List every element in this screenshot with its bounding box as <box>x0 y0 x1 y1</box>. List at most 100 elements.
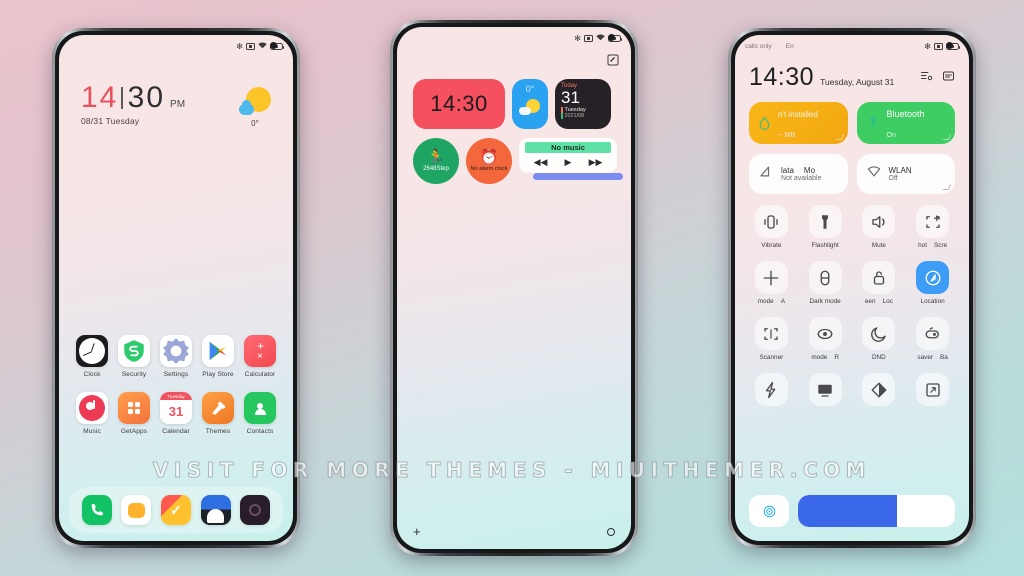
tasks-check-icon[interactable]: ✓ <box>160 495 191 525</box>
wifi-icon <box>258 41 267 51</box>
app-play-store[interactable]: Play Store <box>197 335 239 378</box>
screenshot-stage: ✻ 14 30 PM 08/31 Tuesday 0° Clock Securi… <box>0 0 1024 576</box>
app-themes[interactable]: Themes <box>197 392 239 435</box>
calendar-day: 31 <box>168 404 184 420</box>
clock-minute: 30 <box>127 81 166 114</box>
clock-widget[interactable]: 14:30 <box>413 79 505 129</box>
music-widget[interactable]: No music ◀◀ ▶ ▶▶ <box>519 138 623 180</box>
toggle-label-b: Scre <box>934 242 948 249</box>
notes-icon[interactable] <box>121 495 152 525</box>
home-weather-widget[interactable]: 0° <box>235 87 275 128</box>
app-music[interactable]: Music <box>71 392 113 435</box>
notifications-icon[interactable] <box>942 69 955 87</box>
mobile-data-tile[interactable]: lata Mo Not available <box>749 154 848 194</box>
phone-handset-icon[interactable] <box>81 495 112 525</box>
rotate-screen-icon <box>916 373 950 406</box>
weather-widget[interactable]: 0° <box>512 79 548 129</box>
calendar-weekday: Tuesday <box>160 392 192 400</box>
app-label: Contacts <box>246 428 274 435</box>
data-drop-icon <box>758 115 771 131</box>
app-label: Settings <box>163 371 189 378</box>
steps-value: 2648Step <box>423 166 449 172</box>
phone-2-frame: ✻ 14:30 0° Today 31 Tuesday 2021/08 🏃 26… <box>390 20 638 556</box>
app-calculator[interactable]: + × Calculator <box>239 335 281 378</box>
auto-brightness-icon[interactable] <box>749 495 789 527</box>
toggle-rotate-screen[interactable] <box>910 373 955 410</box>
toggle-label-b: A <box>780 298 785 305</box>
toggle-location[interactable]: Location <box>910 261 955 305</box>
front-camera-hole <box>946 42 953 49</box>
screenshot-icon <box>916 205 950 238</box>
app-settings[interactable]: Settings <box>155 335 197 378</box>
toggle-contrast[interactable] <box>857 373 902 410</box>
edit-pencil-icon[interactable] <box>607 53 619 71</box>
steps-widget[interactable]: 🏃 2648Step <box>413 138 459 184</box>
clock-meridiem: PM <box>170 99 186 110</box>
app-label: Security <box>121 371 147 378</box>
phone-3-frame: calls only En ✻ 14:30 Tuesday, August 31 <box>728 28 976 548</box>
browser-icon[interactable] <box>200 495 231 525</box>
mute-icon <box>862 205 896 238</box>
toggle-cast-screen[interactable] <box>803 373 848 410</box>
app-calendar[interactable]: Tuesday 31 Calendar <box>155 392 197 435</box>
calendar-widget-month: 2021/08 <box>564 113 585 119</box>
bluetooth-icon: ✻ <box>236 41 243 51</box>
calendar-icon: Tuesday 31 <box>160 392 192 424</box>
security-shield-icon <box>118 335 150 367</box>
phone-3-bezel: calls only En ✻ 14:30 Tuesday, August 31 <box>731 31 973 545</box>
data-tile-subtitle: -- MB <box>778 132 796 139</box>
music-progress-bar[interactable] <box>533 173 623 180</box>
toggle-mute[interactable]: Mute <box>857 205 902 249</box>
toggle-battery-saver[interactable]: saver Ba <box>910 317 955 361</box>
previous-track-icon[interactable]: ◀◀ <box>534 157 548 168</box>
app-security[interactable]: Security <box>113 335 155 378</box>
mobile-data-icon <box>758 164 774 184</box>
wifi-icon <box>596 33 605 43</box>
wlan-tile[interactable]: WLAN Off <box>856 154 955 194</box>
phone-1-frame: ✻ 14 30 PM 08/31 Tuesday 0° Clock Securi… <box>52 28 300 548</box>
data-usage-tile[interactable]: n't installed -- MB <box>749 102 848 144</box>
brightness-slider[interactable] <box>798 495 955 527</box>
plus-icon[interactable]: + <box>413 525 421 538</box>
toggle-label-b: Ba <box>940 354 948 361</box>
calendar-widget[interactable]: Today 31 Tuesday 2021/08 <box>555 79 611 129</box>
flashlight-icon <box>808 205 842 238</box>
mobile-data-subtitle: Not available <box>781 175 822 182</box>
calendar-widget-day: 31 <box>561 88 580 107</box>
app-contacts[interactable]: Contacts <box>239 392 281 435</box>
toggle-screenshot[interactable]: hot Scre <box>910 205 955 249</box>
clock-app-icon <box>76 335 108 367</box>
clock-date: 08/31 Tuesday <box>81 116 140 126</box>
toggle-label-a: mode <box>757 298 774 305</box>
screen-lock-icon <box>862 261 896 294</box>
alarm-widget[interactable]: ⏰ No alarm clock <box>466 138 512 184</box>
dark-mode-icon <box>808 261 842 294</box>
toggle-reading-mode[interactable]: mode R <box>803 317 848 361</box>
toggle-power-flash[interactable] <box>749 373 794 410</box>
toggle-airplane-mode[interactable]: mode A <box>749 261 794 305</box>
toggle-screen-lock[interactable]: een Loc <box>857 261 902 305</box>
data-tile-title: n't installed <box>778 110 818 119</box>
resize-corner-icon <box>942 184 952 190</box>
bluetooth-tile[interactable]: Bluetooth On <box>856 102 955 144</box>
alarm-label: No alarm clock <box>470 166 508 172</box>
toggle-scanner[interactable]: Scanner <box>749 317 794 361</box>
app-getapps[interactable]: GetApps <box>113 392 155 435</box>
play-icon[interactable]: ▶ <box>565 157 572 168</box>
toggle-dnd[interactable]: DND <box>857 317 902 361</box>
toggle-label: DND <box>871 354 886 361</box>
settings-list-icon[interactable] <box>920 69 933 87</box>
toggle-dark-mode[interactable]: Dark mode <box>803 261 848 305</box>
circle-icon[interactable] <box>607 528 615 536</box>
wifi-icon <box>866 164 882 184</box>
next-track-icon[interactable]: ▶▶ <box>589 157 603 168</box>
app-label: GetApps <box>120 428 148 435</box>
home-clock-widget[interactable]: 14 30 PM 08/31 Tuesday <box>81 81 186 127</box>
sun-behind-cloud-icon <box>238 87 272 117</box>
camera-icon[interactable] <box>240 495 271 525</box>
toggle-flashlight[interactable]: Flashlight <box>803 205 848 249</box>
scanner-icon <box>754 317 788 350</box>
app-clock[interactable]: Clock <box>71 335 113 378</box>
toggle-vibrate[interactable]: Vibrate <box>749 205 794 249</box>
app-label: Calendar <box>162 428 190 435</box>
